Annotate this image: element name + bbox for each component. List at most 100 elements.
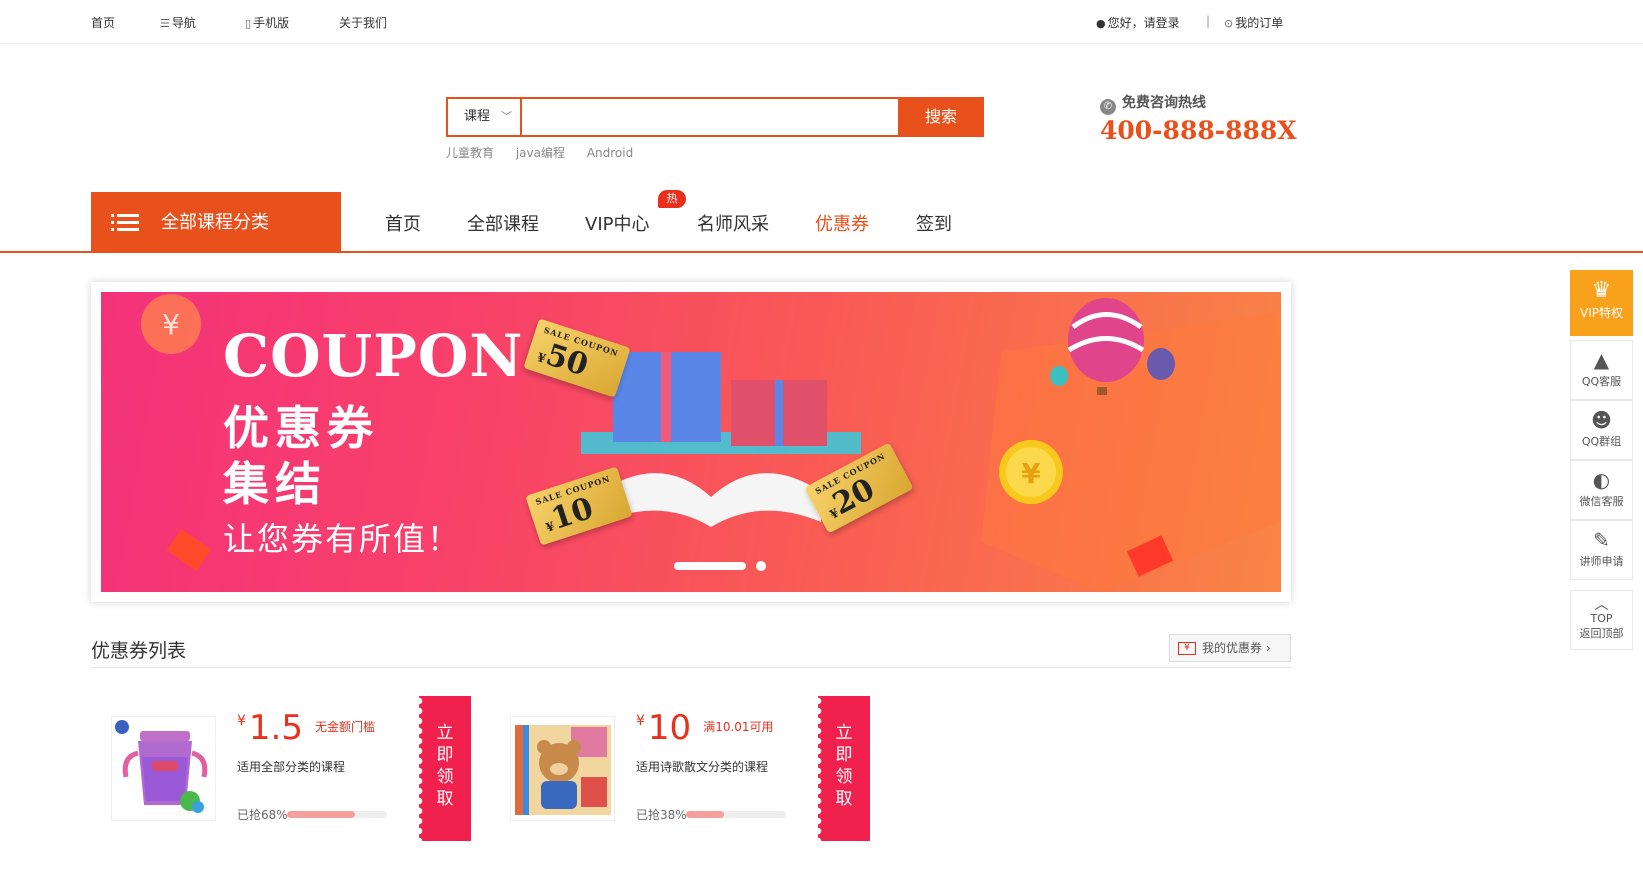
all-categories-button[interactable]: 全部课程分类 — [91, 192, 341, 253]
chevron-right-icon: › — [1265, 641, 1271, 655]
phone-icon: ✆ — [1100, 99, 1116, 115]
main-nav: 全部课程分类 首页 全部课程 VIP中心 热 名师风采 优惠券 签到 — [0, 190, 1643, 253]
menu-icon: ☰ — [160, 17, 170, 30]
carousel-dot-active[interactable] — [674, 562, 746, 570]
banner-slide[interactable]: ¥ ¥ COUPON 优惠券 集结 让您券有所值！ SALE COUPON ¥5… — [101, 292, 1281, 592]
penguin-icon: ▲ — [1593, 348, 1610, 372]
qq-service-button[interactable]: ▲ QQ客服 — [1570, 340, 1633, 400]
top-about-link[interactable]: 关于我们 — [339, 14, 387, 31]
banner-carousel[interactable]: ¥ ¥ COUPON 优惠券 集结 让您券有所值！ SALE COUPON ¥5… — [91, 282, 1291, 602]
coupon-progress-fill — [287, 811, 355, 818]
coupon-amount: 1.5 — [248, 708, 303, 748]
nav-teachers[interactable]: 名师风采 — [697, 210, 769, 236]
wechat-service-label: 微信客服 — [1579, 495, 1624, 508]
claim-char: 立 — [835, 723, 853, 743]
coupon-grabbed: 已抢38% — [636, 808, 687, 822]
top-label: TOP — [1590, 612, 1613, 625]
search-input[interactable] — [524, 99, 902, 135]
chevron-down-icon: ﹀ — [501, 110, 512, 123]
hotline-label: ✆ 免费咨询热线 — [1100, 92, 1206, 115]
nav-home[interactable]: 首页 — [385, 210, 421, 236]
play-circle-icon: ⊙ — [1224, 17, 1234, 30]
ticket-icon: ¥ — [1178, 642, 1196, 655]
coupon-condition: 无金额门槛 — [315, 720, 376, 734]
hot-keyword[interactable]: Android — [587, 146, 633, 160]
hot-keywords: 儿童教育 java编程 Android — [446, 144, 651, 161]
coupon-currency: ¥ — [636, 713, 645, 729]
wechat-icon: ◐ — [1592, 468, 1611, 492]
top-home-link[interactable]: 首页 — [91, 14, 115, 31]
mobile-icon: ▯ — [245, 17, 252, 30]
coupon-grabbed: 已抢68% — [237, 808, 288, 822]
coupon-price: ¥10 满10.01可用 — [636, 708, 774, 748]
hotline: ✆ 免费咨询热线 400-888-888X — [1100, 92, 1297, 145]
wechat-service-button[interactable]: ◐ 微信客服 — [1570, 460, 1633, 520]
banner-title: COUPON — [223, 322, 524, 390]
carousel-dot[interactable] — [756, 561, 766, 571]
group-icon: ☻ — [1591, 408, 1612, 432]
nav-checkin[interactable]: 签到 — [916, 210, 952, 236]
claim-char: 即 — [436, 745, 454, 765]
nav-all-courses[interactable]: 全部课程 — [467, 210, 539, 236]
coupon-card: ¥10 满10.01可用 适用诗歌散文分类的课程 已抢38% 立 即 领 取 — [490, 696, 870, 841]
coupon-currency: ¥ — [237, 713, 246, 729]
hot-keyword[interactable]: java编程 — [516, 146, 565, 160]
login-link[interactable]: ● 您好，请登录 — [1096, 14, 1180, 31]
qq-group-label: QQ群组 — [1581, 435, 1622, 448]
coupon-amount: 10 — [647, 708, 692, 748]
claim-char: 领 — [436, 767, 454, 787]
my-coupons-label: 我的优惠券 — [1202, 641, 1263, 655]
svg-text:¥: ¥ — [1021, 457, 1041, 490]
top-separator: | — [1206, 14, 1211, 28]
coupon-progress-bar — [287, 811, 387, 818]
my-orders-label: 我的订单 — [1235, 16, 1284, 30]
teacher-apply-label: 讲师申请 — [1579, 555, 1624, 568]
vip-privilege-button[interactable]: ♛ VIP特权 — [1570, 270, 1633, 336]
coupon-progress-bar — [686, 811, 786, 818]
login-label: 您好，请登录 — [1107, 16, 1180, 30]
svg-text:¥: ¥ — [162, 308, 180, 341]
claim-char: 取 — [436, 789, 454, 809]
book-bear-image — [511, 717, 614, 820]
coupon-condition: 满10.01可用 — [703, 720, 774, 734]
user-icon: ● — [1096, 17, 1106, 30]
my-coupons-button[interactable]: ¥ 我的优惠券 › — [1169, 634, 1291, 662]
list-icon — [111, 214, 139, 232]
my-orders-link[interactable]: ⊙ 我的订单 — [1224, 14, 1283, 31]
coupon-thumbnail — [111, 716, 216, 821]
teacher-apply-button[interactable]: ✎ 讲师申请 — [1570, 520, 1633, 580]
teacher-icon: ✎ — [1593, 528, 1610, 552]
back-to-top-button[interactable]: ︿ TOP 返回顶部 — [1570, 590, 1633, 650]
vip-privilege-label: VIP特权 — [1580, 306, 1623, 320]
sippy-cup-image — [112, 717, 215, 820]
top-mobile-label: 手机版 — [253, 16, 290, 30]
top-mobile-link[interactable]: ▯ 手机版 — [245, 14, 289, 31]
coupon-progress-fill — [686, 811, 724, 818]
top-bar: 首页 ☰ 导航 ▯ 手机版 关于我们 ● 您好，请登录 | ⊙ 我的订单 — [0, 0, 1643, 44]
hotline-label-text: 免费咨询热线 — [1122, 95, 1206, 111]
qq-service-label: QQ客服 — [1581, 375, 1622, 388]
top-nav-link[interactable]: ☰ 导航 — [160, 14, 196, 31]
coupon-scope: 适用全部分类的课程 — [237, 760, 346, 774]
claim-char: 即 — [835, 745, 853, 765]
claim-char: 立 — [436, 723, 454, 743]
nav-vip-center[interactable]: VIP中心 — [585, 210, 649, 236]
search-category-value: 课程 — [464, 109, 491, 124]
hot-badge: 热 — [658, 190, 686, 208]
claim-char: 领 — [835, 767, 853, 787]
back-to-top-label: 返回顶部 — [1579, 627, 1624, 640]
coupon-list-header: 优惠券列表 ¥ 我的优惠券 › — [91, 632, 1291, 668]
nav-coupons[interactable]: 优惠券 — [815, 210, 869, 236]
coupon-scope: 适用诗歌散文分类的课程 — [636, 760, 769, 774]
coupon-card: ¥1.5 无金额门槛 适用全部分类的课程 已抢68% 立 即 领 取 — [91, 696, 471, 841]
search-button[interactable]: 搜索 — [898, 97, 984, 137]
top-nav-label: 导航 — [171, 16, 196, 30]
claim-coupon-button[interactable]: 立 即 领 取 — [419, 696, 471, 841]
claim-coupon-button[interactable]: 立 即 领 取 — [818, 696, 870, 841]
coupon-price: ¥1.5 无金额门槛 — [237, 708, 375, 748]
hot-keyword[interactable]: 儿童教育 — [446, 146, 494, 160]
chevron-up-icon: ︿ — [1594, 597, 1609, 613]
crown-icon: ♛ — [1591, 278, 1612, 303]
search-category-select[interactable]: 课程 ﹀ — [448, 99, 522, 135]
qq-group-button[interactable]: ☻ QQ群组 — [1570, 400, 1633, 460]
